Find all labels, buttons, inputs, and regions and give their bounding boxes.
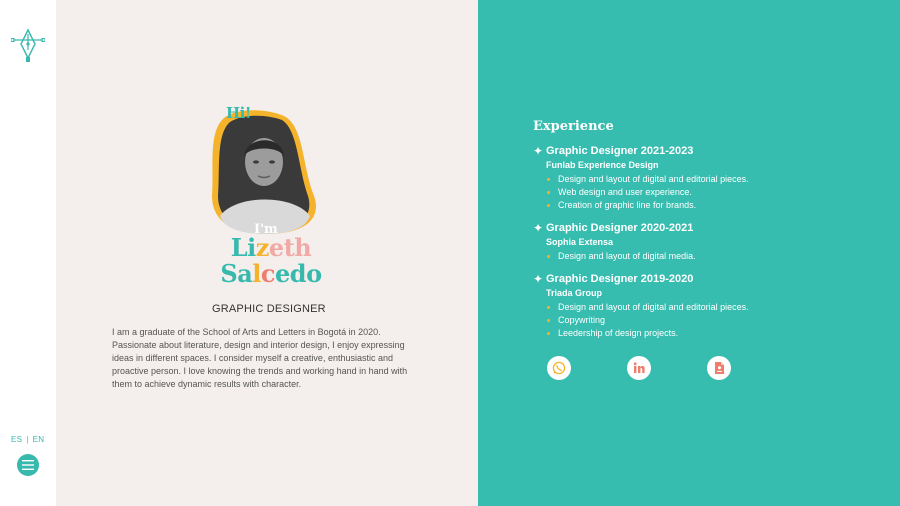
job-title: Graphic Designer 2021-2023 [546,145,694,157]
last-name-part: edo [275,259,322,288]
job-duties: Design and layout of digital media. [546,250,696,263]
last-name-part: c [260,259,276,288]
linkedin-button[interactable] [627,356,651,380]
first-name-part: th [283,233,312,262]
pen-nib-icon[interactable] [10,28,46,64]
first-name: Lizeth [206,235,336,261]
greeting-text: Hi! [226,104,251,122]
bio-paragraph: I am a graduate of the School of Arts an… [112,327,408,389]
job-duties: Design and layout of digital and editori… [546,173,749,212]
first-name-part: e [268,233,284,262]
lang-en-link[interactable]: EN [33,435,45,444]
job-title: Graphic Designer 2019-2020 [546,273,694,285]
list-item: Design and layout of digital media. [546,250,696,263]
list-item: Copywriting [546,314,749,327]
list-item: Creation of graphic line for brands. [546,199,749,212]
first-name-part: Li [230,233,257,262]
sparkle-icon: ✦ [533,272,544,286]
last-name-part: Sa [220,259,253,288]
lang-separator: | [26,435,29,444]
job-duties: Design and layout of digital and editori… [546,301,749,340]
linkedin-icon [633,362,645,373]
language-switcher: ES | EN [11,435,44,444]
cv-download-button[interactable] [707,356,731,380]
profile-panel: Hi! I'm Lizeth Salcedo GRAPHIC DESIGNER … [56,0,478,506]
last-name: Salcedo [206,261,336,287]
whatsapp-icon [552,361,566,375]
job-company: Sophia Extensa [546,237,614,247]
experience-panel: Experience ✦ Graphic Designer 2021-2023 … [478,0,900,506]
hamburger-menu-icon [22,460,34,470]
lang-es-link[interactable]: ES [11,435,22,444]
list-item: Design and layout of digital and editori… [546,173,749,186]
sparkle-icon: ✦ [533,144,544,158]
list-item: Leedership of design projects. [546,327,749,340]
whatsapp-button[interactable] [547,356,571,380]
job-role: GRAPHIC DESIGNER [212,303,326,315]
first-name-part: z [255,233,270,262]
cv-document-icon [715,362,724,374]
job-title: Graphic Designer 2020-2021 [546,222,694,234]
menu-button[interactable] [17,454,39,476]
list-item: Web design and user experience. [546,186,749,199]
list-item: Design and layout of digital and editori… [546,301,749,314]
sparkle-icon: ✦ [533,221,544,235]
last-name-part: l [252,259,261,288]
job-company: Funlab Experience Design [546,160,659,170]
experience-heading: Experience [533,119,614,134]
sidebar: ES | EN [0,0,56,506]
job-company: Triada Group [546,288,603,298]
